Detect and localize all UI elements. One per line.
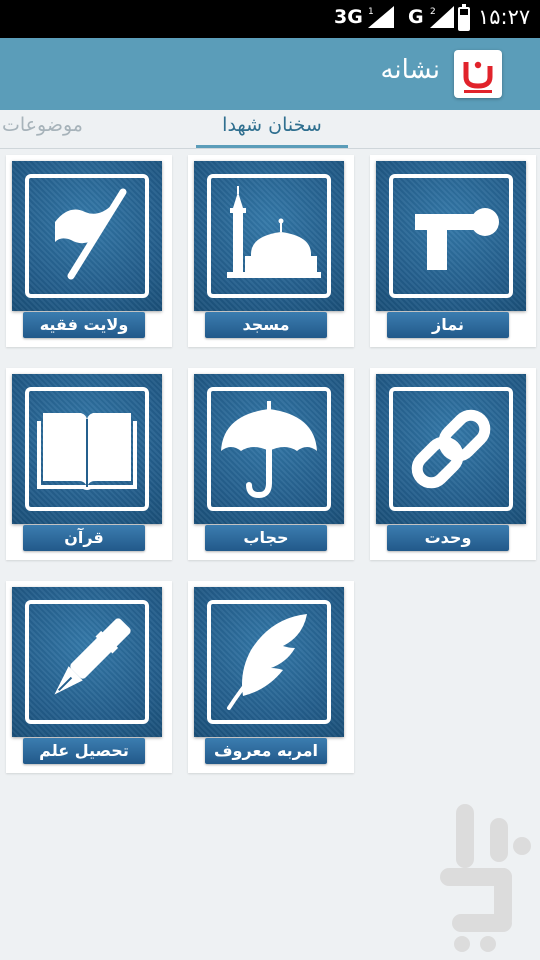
prayer-icon: [415, 208, 499, 270]
tab-bar: سخنان شهدا موضوعات: [0, 110, 540, 149]
grid-item-hijab[interactable]: حجاب: [188, 368, 354, 560]
svg-text:1: 1: [368, 7, 374, 17]
tab-shohada-sayings[interactable]: سخنان شهدا: [196, 114, 348, 149]
grid-item-label: امربه معروف: [205, 738, 327, 764]
status-bar: 3G 1 G 2 ۱۵:۲۷: [0, 0, 540, 38]
grid-item-tahsil-elm[interactable]: تحصیل علم: [6, 581, 172, 773]
umbrella-icon: [221, 401, 317, 499]
battery-icon: [458, 4, 470, 31]
bazaar-watermark-icon: [440, 804, 531, 952]
grid-item-label: حجاب: [205, 525, 327, 551]
pen-icon: [54, 618, 131, 695]
grid-item-label: قرآن: [23, 525, 145, 551]
grid-item-velayat-faqih[interactable]: ولایت فقیه: [6, 155, 172, 347]
grid-item-amr-be-maruf[interactable]: امربه معروف: [188, 581, 354, 773]
tab-divider: [0, 148, 540, 149]
status-clock: ۱۵:۲۷: [478, 5, 531, 29]
mosque-icon: [227, 186, 321, 278]
grid-item-label: مسجد: [205, 312, 327, 338]
grid-item-vahdat[interactable]: وحدت: [370, 368, 536, 560]
tile: [376, 161, 526, 311]
signal-icon: 1: [368, 6, 394, 28]
svg-text:2: 2: [430, 7, 436, 17]
tab-label: موضوعات: [2, 114, 83, 136]
flag-icon: [55, 188, 127, 280]
grid-item-masjed[interactable]: مسجد: [188, 155, 354, 347]
network-type-1: 3G: [334, 6, 363, 28]
grid-item-label: وحدت: [387, 525, 509, 551]
book-icon: [37, 413, 137, 490]
tab-label: سخنان شهدا: [222, 114, 322, 136]
tile: [12, 161, 162, 311]
feather-icon: [227, 614, 307, 710]
tile: [12, 374, 162, 524]
grid-item-namaz[interactable]: نماز: [370, 155, 536, 347]
tile: [194, 374, 344, 524]
tile: [194, 587, 344, 737]
grid-item-label: ولایت فقیه: [23, 312, 145, 338]
app-bar: نشانه: [0, 38, 540, 110]
network-type-2: G: [408, 6, 424, 28]
chain-link-icon: [411, 409, 491, 489]
tile: [376, 374, 526, 524]
app-title: نشانه: [380, 55, 440, 85]
grid-item-quran[interactable]: قرآن: [6, 368, 172, 560]
app-logo: [454, 50, 502, 98]
grid-item-label: تحصیل علم: [23, 738, 145, 764]
tile: [12, 587, 162, 737]
tab-topics[interactable]: موضوعات: [2, 114, 83, 136]
grid-item-label: نماز: [387, 312, 509, 338]
tile: [194, 161, 344, 311]
signal-icon: 2: [430, 6, 454, 28]
